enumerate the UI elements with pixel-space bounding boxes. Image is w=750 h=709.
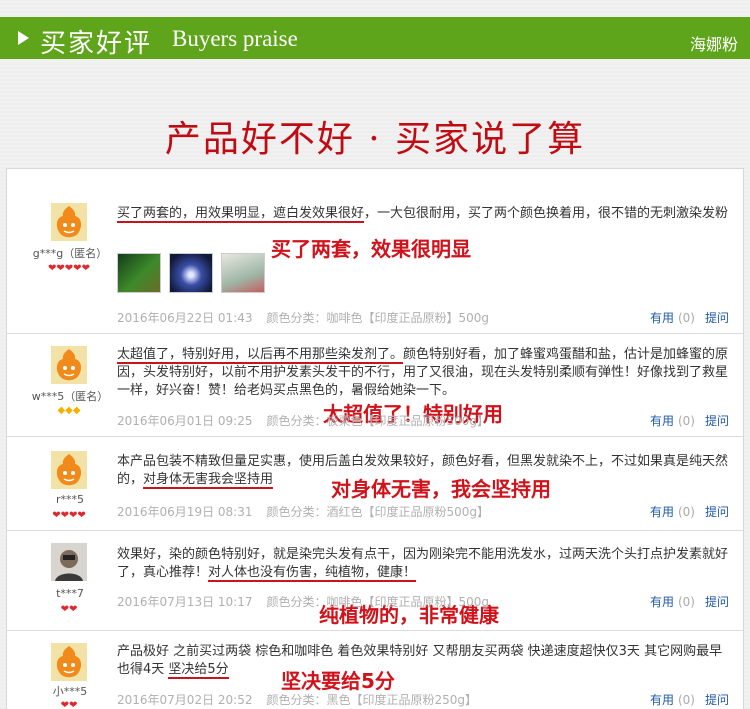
useful-button[interactable]: 有用 — [650, 595, 674, 609]
ask-button[interactable]: 提问 — [705, 505, 729, 519]
review-date: 2016年07月02日 20:52 — [117, 693, 253, 707]
review-text-underlined: 对身体无害我会坚持用 — [143, 472, 274, 489]
review-meta: 2016年06月01日 09:25 颜色分类：板栗色【印度正品原粉500g】 — [117, 412, 503, 429]
reviewer-level-hearts: ❤❤❤❤❤ — [48, 263, 90, 274]
review-actions: 有用 (0) 提问 — [650, 412, 729, 429]
review-meta: 2016年07月13日 10:17 颜色分类：咖啡色【印度正品原粉】500g — [117, 593, 503, 610]
default-avatar-icon — [51, 643, 87, 681]
review-item: w***5（匿名） ◆◆◆ 太超值了，特别好用，以后再不用那些染发剂了。颜色特别… — [7, 334, 743, 437]
review-text: 产品极好 之前买过两袋 棕色和咖啡色 着色效果特别好 又帮朋友买两袋 快递速度超… — [117, 643, 729, 679]
useful-count: (0) — [677, 505, 695, 519]
review-date: 2016年06月22日 01:43 — [117, 311, 253, 325]
useful-button[interactable]: 有用 — [650, 414, 674, 428]
review-photos — [117, 253, 273, 297]
reviewer-level-hearts: ❤❤❤❤ — [52, 510, 86, 521]
review-highlight: 买了两套，效果很明显 — [271, 237, 471, 261]
reviewer-name: w***5（匿名） — [31, 390, 109, 403]
review-text-underlined: 太超值了，特别好用，以后再不用那些染发剂了。 — [117, 347, 404, 364]
review-actions: 有用 (0) 提问 — [650, 309, 729, 326]
review-item: g***g（匿名） ❤❤❤❤❤ 买了两套的，用效果明显，遮白发效果很好，一大包很… — [7, 169, 743, 334]
review-item: 小***5 ❤❤ 产品极好 之前买过两袋 棕色和咖啡色 着色效果特别好 又帮朋友… — [7, 631, 743, 709]
reviewer-name: g***g（匿名） — [32, 247, 108, 260]
brand-label: 海娜粉 — [689, 35, 738, 54]
default-avatar-icon — [51, 451, 87, 489]
ask-button[interactable]: 提问 — [705, 311, 729, 325]
section-title-en: Buyers praise — [172, 26, 298, 51]
review-text: 太超值了，特别好用，以后再不用那些染发剂了。颜色特别好看，加了蜂蜜鸡蛋醋和盐，估… — [117, 346, 729, 400]
review-actions: 有用 (0) 提问 — [650, 593, 729, 610]
review-date: 2016年06月01日 09:25 — [117, 414, 253, 428]
useful-count: (0) — [677, 693, 695, 707]
default-avatar-icon — [51, 346, 87, 384]
review-date: 2016年06月19日 08:31 — [117, 505, 253, 519]
review-meta: 2016年06月22日 01:43 颜色分类：咖啡色【印度正品原粉】500g — [117, 309, 503, 326]
review-text-rest: ，一大包很耐用，买了两个颜色换着用，很不错的无刺激染发粉 — [364, 206, 729, 221]
section-banner: 买家好评 Buyers praise 海娜粉 — [0, 17, 750, 59]
review-spec: 颜色分类：咖啡色【印度正品原粉】500g — [266, 595, 490, 609]
triangle-arrow-icon — [18, 31, 29, 45]
review-date: 2016年07月13日 10:17 — [117, 595, 253, 609]
review-highlight: 坚决要给5分 — [281, 669, 395, 693]
reviewer-level-hearts: ❤❤ — [60, 700, 78, 709]
review-spec: 颜色分类：黑色【印度正品原粉250g】 — [266, 693, 478, 707]
review-meta: 2016年06月19日 08:31 颜色分类：酒红色【印度正品原粉500g】 — [117, 503, 503, 520]
review-item: t***7 ❤❤ 效果好，染的颜色特别好，就是染完头发有点干，因为刚染完不能用洗… — [7, 531, 743, 631]
review-text: 效果好，染的颜色特别好，就是染完头发有点干，因为刚染完不能用洗发水，过两天洗个头… — [117, 546, 729, 582]
review-actions: 有用 (0) 提问 — [650, 691, 729, 708]
useful-count: (0) — [677, 414, 695, 428]
review-text: 买了两套的，用效果明显，遮白发效果很好，一大包很耐用，买了两个颜色换着用，很不错… — [117, 205, 729, 223]
reviewer-name: t***7 — [56, 587, 84, 600]
useful-button[interactable]: 有用 — [650, 693, 674, 707]
page-headline: 产品好不好 · 买家说了算 — [164, 119, 586, 160]
default-avatar-icon — [51, 203, 87, 241]
reviewer-name: r***5 — [55, 493, 85, 506]
review-spec: 颜色分类：板栗色【印度正品原粉500g】 — [266, 414, 490, 428]
review-photo[interactable] — [221, 253, 265, 293]
review-text-underlined: 坚决给5分 — [168, 662, 229, 679]
review-photo[interactable] — [117, 253, 161, 293]
reviewer-level-diamonds: ◆◆◆ — [57, 405, 81, 416]
reviews-panel: g***g（匿名） ❤❤❤❤❤ 买了两套的，用效果明显，遮白发效果很好，一大包很… — [6, 168, 744, 709]
ask-button[interactable]: 提问 — [705, 693, 729, 707]
review-text-underlined: 对人体也没有伤害，纯植物，健康！ — [208, 565, 417, 582]
review-meta: 2016年07月02日 20:52 颜色分类：黑色【印度正品原粉250g】 — [117, 691, 491, 708]
useful-count: (0) — [677, 311, 695, 325]
review-photo[interactable] — [169, 253, 213, 293]
review-actions: 有用 (0) 提问 — [650, 503, 729, 520]
ask-button[interactable]: 提问 — [705, 595, 729, 609]
section-title-cn: 买家好评 — [40, 29, 153, 59]
review-item: r***5 ❤❤❤❤ 本产品包装不精致但量足实惠，使用后盖白发效果较好，颜色好看… — [7, 437, 743, 531]
ask-button[interactable]: 提问 — [705, 414, 729, 428]
review-spec: 颜色分类：咖啡色【印度正品原粉】500g — [266, 311, 490, 325]
reviewer-level-hearts: ❤❤ — [60, 604, 78, 615]
review-spec: 颜色分类：酒红色【印度正品原粉500g】 — [266, 505, 490, 519]
user-photo-avatar — [51, 543, 87, 581]
review-text-underlined: 买了两套的，用效果明显，遮白发效果很好 — [117, 206, 365, 223]
reviewer-name: 小***5 — [52, 685, 88, 698]
useful-button[interactable]: 有用 — [650, 505, 674, 519]
useful-button[interactable]: 有用 — [650, 311, 674, 325]
useful-count: (0) — [677, 595, 695, 609]
review-highlight: 对身体无害，我会坚持用 — [331, 477, 551, 501]
